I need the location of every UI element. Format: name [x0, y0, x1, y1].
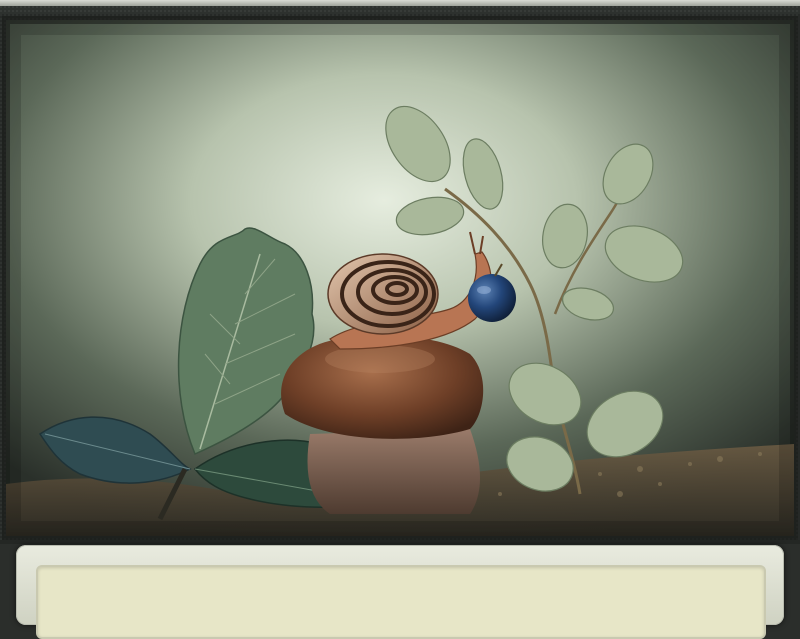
snail-on-mushroom-photo [0, 14, 800, 544]
mushroom [281, 335, 484, 514]
caption-panel [16, 545, 784, 639]
blueberry [468, 274, 516, 322]
photo-frame [0, 6, 800, 544]
caption-box [36, 565, 766, 639]
